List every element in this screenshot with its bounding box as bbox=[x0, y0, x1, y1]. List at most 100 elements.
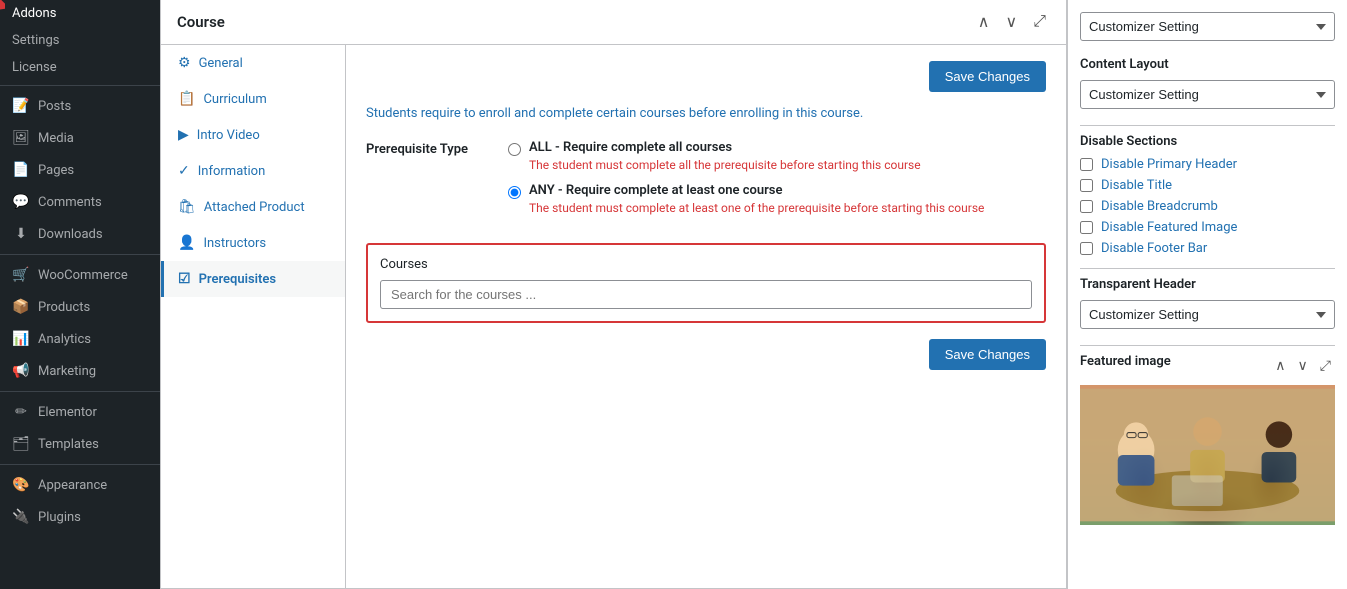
radio-any-input[interactable] bbox=[508, 186, 521, 199]
right-divider-3 bbox=[1080, 345, 1335, 346]
tab-curriculum[interactable]: 📋 Curriculum bbox=[161, 81, 345, 117]
instructors-tab-icon: 👤 bbox=[178, 235, 195, 251]
disable-title-label[interactable]: Disable Title bbox=[1101, 178, 1172, 193]
radio-option-any: ANY - Require complete at least one cour… bbox=[508, 183, 1046, 217]
tab-instructors-label: Instructors bbox=[203, 236, 266, 251]
sidebar-item-label: Templates bbox=[38, 437, 99, 452]
sidebar-item-label: Analytics bbox=[38, 332, 91, 347]
tab-general-label: General bbox=[199, 56, 243, 71]
sidebar-item-pages[interactable]: 📄 Pages bbox=[0, 154, 160, 186]
tab-general[interactable]: ⚙ General bbox=[161, 45, 345, 81]
right-section-transparent-header: Transparent Header Customizer Setting En… bbox=[1080, 277, 1335, 329]
sidebar-item-plugins[interactable]: 🔌 Plugins bbox=[0, 501, 160, 533]
disable-footer-bar-checkbox[interactable] bbox=[1080, 242, 1093, 255]
tab-curriculum-label: Curriculum bbox=[203, 92, 266, 107]
courses-search-input[interactable] bbox=[380, 280, 1032, 309]
collapse-up-button[interactable]: ∧ bbox=[974, 10, 994, 34]
sidebar-divider-1 bbox=[0, 85, 160, 86]
sidebar-item-label: Products bbox=[38, 300, 90, 315]
tab-information[interactable]: ✓ Information bbox=[161, 153, 345, 189]
disable-sections-title: Disable Sections bbox=[1080, 134, 1335, 149]
disable-primary-header-label[interactable]: Disable Primary Header bbox=[1101, 157, 1237, 172]
content-layout-select[interactable]: Customizer Setting Full Width Boxed bbox=[1080, 80, 1335, 109]
transparent-header-select[interactable]: Customizer Setting Enable Disable bbox=[1080, 300, 1335, 329]
sidebar-item-marketing[interactable]: 📢 Marketing bbox=[0, 355, 160, 387]
marketing-icon: 📢 bbox=[12, 363, 30, 379]
featured-image-controls: ∧ ∨ ⤢ bbox=[1271, 355, 1335, 376]
right-section-top-select: Customizer Setting bbox=[1080, 12, 1335, 41]
featured-image-photo bbox=[1080, 385, 1335, 525]
disable-breadcrumb-label[interactable]: Disable Breadcrumb bbox=[1101, 199, 1218, 214]
featured-image-collapse-down[interactable]: ∨ bbox=[1294, 355, 1312, 376]
appearance-icon: 🎨 bbox=[12, 477, 30, 493]
sidebar-item-analytics[interactable]: 📊 Analytics bbox=[0, 323, 160, 355]
plugins-icon: 🔌 bbox=[12, 509, 30, 525]
sidebar-item-templates[interactable]: 🗂 Templates bbox=[0, 428, 160, 460]
disable-breadcrumb-row: Disable Breadcrumb bbox=[1080, 199, 1335, 214]
curriculum-tab-icon: 📋 bbox=[178, 91, 195, 107]
tab-intro-video[interactable]: ▶ Intro Video bbox=[161, 117, 345, 153]
sidebar-item-label: Posts bbox=[38, 99, 71, 114]
elementor-icon: ✏ bbox=[12, 404, 30, 420]
disable-primary-header-row: Disable Primary Header bbox=[1080, 157, 1335, 172]
tab-prerequisites[interactable]: ☑ Prerequisites bbox=[161, 261, 345, 297]
sidebar-item-label: WooCommerce bbox=[38, 268, 128, 283]
sidebar-item-posts[interactable]: 📝 Posts bbox=[0, 90, 160, 122]
sidebar-item-elementor[interactable]: ✏ Elementor bbox=[0, 396, 160, 428]
posts-icon: 📝 bbox=[12, 98, 30, 114]
tab-attached-product[interactable]: 🛍 Attached Product bbox=[161, 189, 345, 225]
sidebar-item-label: Downloads bbox=[38, 227, 103, 242]
disable-title-checkbox[interactable] bbox=[1080, 179, 1093, 192]
sidebar-item-label: Appearance bbox=[38, 478, 107, 493]
disable-breadcrumb-checkbox[interactable] bbox=[1080, 200, 1093, 213]
comments-icon: 💬 bbox=[12, 194, 30, 210]
radio-any-content: ANY - Require complete at least one cour… bbox=[529, 183, 984, 217]
disable-featured-image-checkbox[interactable] bbox=[1080, 221, 1093, 234]
featured-image-maximize[interactable]: ⤢ bbox=[1316, 355, 1335, 376]
sidebar-item-label: Comments bbox=[38, 195, 102, 210]
collapse-down-button[interactable]: ∨ bbox=[1001, 10, 1021, 34]
disable-footer-bar-row: Disable Footer Bar bbox=[1080, 241, 1335, 256]
tab-intro-video-label: Intro Video bbox=[197, 128, 260, 143]
radio-all-title: ALL - Require complete all courses bbox=[529, 140, 921, 155]
media-icon: 🖼 bbox=[12, 130, 30, 146]
featured-image-collapse-up[interactable]: ∧ bbox=[1271, 355, 1289, 376]
course-panel: Course ∧ ∨ ⤢ ⚙ General 📋 Curriculum ▶ bbox=[160, 0, 1067, 589]
disable-footer-bar-label[interactable]: Disable Footer Bar bbox=[1101, 241, 1207, 256]
sidebar-item-products[interactable]: 📦 Products bbox=[0, 291, 160, 323]
sidebar-divider-3 bbox=[0, 391, 160, 392]
sidebar-item-label: Marketing bbox=[38, 364, 96, 379]
sidebar-item-media[interactable]: 🖼 Media bbox=[0, 122, 160, 154]
sidebar-item-addons[interactable]: Addons bbox=[0, 0, 160, 27]
bottom-save-row: Save Changes bbox=[366, 339, 1046, 370]
top-setting-select[interactable]: Customizer Setting bbox=[1080, 12, 1335, 41]
radio-all-label[interactable]: ALL - Require complete all courses The s… bbox=[508, 140, 1046, 174]
tab-instructors[interactable]: 👤 Instructors bbox=[161, 225, 345, 261]
right-divider-1 bbox=[1080, 125, 1335, 126]
prerequisite-type-label: Prerequisite Type bbox=[366, 140, 496, 157]
sidebar: Addons Settings License 📝 Posts 🖼 Media … bbox=[0, 0, 160, 589]
information-tab-icon: ✓ bbox=[178, 163, 190, 179]
sidebar-item-label: Elementor bbox=[38, 405, 97, 420]
radio-all-input[interactable] bbox=[508, 143, 521, 156]
save-changes-top-button[interactable]: Save Changes bbox=[929, 61, 1046, 92]
sidebar-item-settings[interactable]: Settings bbox=[0, 27, 160, 54]
sidebar-item-comments[interactable]: 💬 Comments bbox=[0, 186, 160, 218]
disable-primary-header-checkbox[interactable] bbox=[1080, 158, 1093, 171]
disable-featured-image-label[interactable]: Disable Featured Image bbox=[1101, 220, 1237, 235]
main-content: Course ∧ ∨ ⤢ ⚙ General 📋 Curriculum ▶ bbox=[160, 0, 1347, 589]
courses-box-label: Courses bbox=[380, 257, 1032, 272]
sidebar-item-appearance[interactable]: 🎨 Appearance bbox=[0, 469, 160, 501]
sidebar-item-downloads[interactable]: ⬇ Downloads bbox=[0, 218, 160, 250]
prereq-options: ALL - Require complete all courses The s… bbox=[508, 140, 1046, 228]
right-section-disable: Disable Sections Disable Primary Header … bbox=[1080, 134, 1335, 256]
sidebar-item-woocommerce[interactable]: 🛒 WooCommerce bbox=[0, 259, 160, 291]
radio-any-label[interactable]: ANY - Require complete at least one cour… bbox=[508, 183, 1046, 217]
right-section-content-layout: Content Layout Customizer Setting Full W… bbox=[1080, 57, 1335, 109]
woocommerce-icon: 🛒 bbox=[12, 267, 30, 283]
right-panel: Customizer Setting Content Layout Custom… bbox=[1067, 0, 1347, 589]
maximize-button[interactable]: ⤢ bbox=[1029, 11, 1050, 33]
save-changes-bottom-button[interactable]: Save Changes bbox=[929, 339, 1046, 370]
disable-featured-image-row: Disable Featured Image bbox=[1080, 220, 1335, 235]
sidebar-item-license[interactable]: License bbox=[0, 54, 160, 81]
